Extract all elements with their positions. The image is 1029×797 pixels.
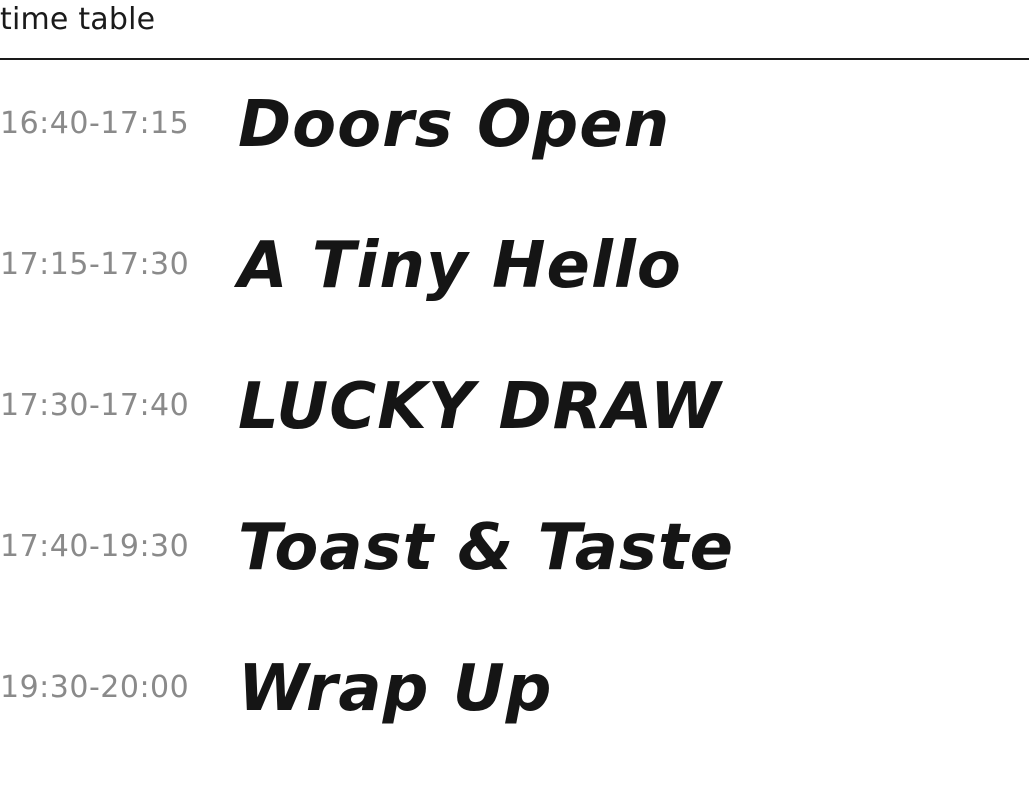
schedule-row: 17:30-17:40 LUCKY DRAW [0, 370, 1029, 515]
schedule-time: 17:40-19:30 [0, 529, 190, 564]
schedule-row: 17:40-19:30 Toast & Taste [0, 511, 1029, 656]
schedule-event: Wrap Up [238, 652, 553, 726]
timetable-page: time table 16:40-17:15 Doors Open 17:15-… [0, 0, 1029, 763]
schedule-event: Doors Open [238, 88, 671, 162]
schedule-event: A Tiny Hello [238, 229, 682, 303]
schedule-row: 19:30-20:00 Wrap Up [0, 652, 1029, 797]
schedule-list: 16:40-17:15 Doors Open 17:15-17:30 A Tin… [0, 88, 1029, 797]
schedule-time: 19:30-20:00 [0, 670, 190, 705]
schedule-time: 17:30-17:40 [0, 388, 190, 423]
schedule-row: 16:40-17:15 Doors Open [0, 88, 1029, 233]
schedule-time: 16:40-17:15 [0, 106, 190, 141]
schedule-row: 17:15-17:30 A Tiny Hello [0, 229, 1029, 374]
schedule-event: LUCKY DRAW [238, 370, 722, 444]
header-divider [0, 58, 1029, 60]
schedule-event: Toast & Taste [238, 511, 734, 585]
page-title: time table [0, 2, 156, 37]
schedule-time: 17:15-17:30 [0, 247, 190, 282]
